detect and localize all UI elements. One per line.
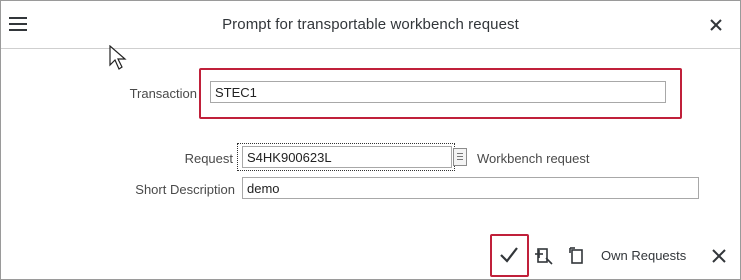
value-help-button[interactable] [453, 148, 467, 166]
transport-request-dialog: Prompt for transportable workbench reque… [0, 0, 741, 280]
short-description-label: Short Description [135, 182, 235, 197]
close-icon[interactable] [706, 15, 726, 35]
dialog-titlebar: Prompt for transportable workbench reque… [1, 1, 740, 49]
document-icon[interactable] [568, 246, 586, 266]
transaction-label: Transaction [129, 86, 197, 101]
dialog-title: Prompt for transportable workbench reque… [222, 16, 519, 33]
request-field[interactable] [242, 146, 452, 168]
cancel-icon[interactable] [709, 246, 729, 266]
create-request-icon[interactable] [534, 246, 554, 266]
short-description-field[interactable] [242, 177, 699, 199]
own-requests-button[interactable]: Own Requests [601, 248, 686, 263]
request-label: Request [184, 151, 233, 166]
checkmark-icon[interactable] [497, 244, 521, 266]
transaction-field[interactable] [210, 81, 666, 103]
request-type-note: Workbench request [477, 151, 590, 166]
